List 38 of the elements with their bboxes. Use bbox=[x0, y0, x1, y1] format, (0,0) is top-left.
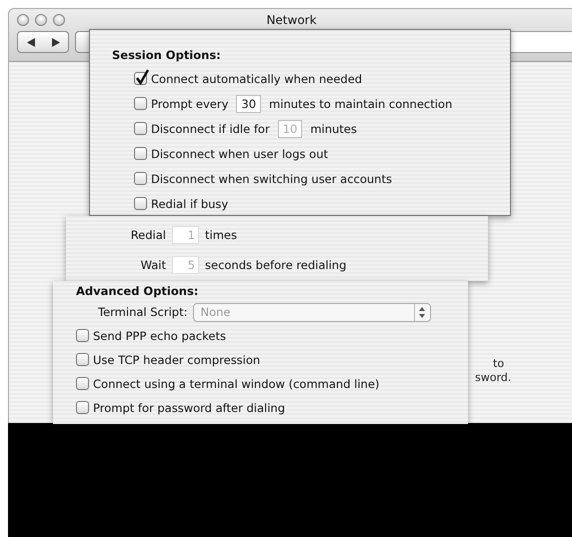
checkbox[interactable] bbox=[134, 72, 147, 85]
option-label: Connect automatically when needed bbox=[151, 72, 362, 86]
option-label: Disconnect when user logs out bbox=[151, 146, 328, 160]
option-label: minutes to maintain connection bbox=[269, 96, 452, 110]
option-label: minutes bbox=[310, 122, 357, 136]
option-label: Use TCP header compression bbox=[93, 352, 260, 366]
checkbox[interactable] bbox=[76, 329, 89, 342]
checkbox[interactable] bbox=[134, 172, 147, 185]
checkbox[interactable] bbox=[76, 377, 89, 390]
option-label: Send PPP echo packets bbox=[93, 328, 226, 342]
option-label: Prompt every bbox=[151, 96, 228, 110]
option-label: Disconnect if idle for bbox=[151, 122, 270, 136]
number-field[interactable]: 30 bbox=[236, 94, 262, 112]
field-label: Terminal Script: bbox=[98, 305, 188, 319]
checkbox[interactable] bbox=[76, 353, 89, 366]
checkbox[interactable] bbox=[76, 401, 89, 414]
option-label: Connect using a terminal window (command line) bbox=[93, 376, 380, 390]
option-label: Prompt for password after dialing bbox=[93, 400, 286, 414]
window-title: Network bbox=[265, 13, 318, 27]
back-forward-button[interactable] bbox=[17, 31, 69, 53]
field-label: Wait bbox=[140, 258, 166, 272]
option-label: Disconnect when switching user accounts bbox=[151, 172, 392, 186]
right-triangle-icon bbox=[52, 38, 60, 46]
checkbox[interactable] bbox=[134, 147, 147, 160]
left-triangle-icon bbox=[26, 38, 34, 46]
field-label: Redial bbox=[130, 228, 166, 242]
minimize-button[interactable] bbox=[35, 14, 47, 26]
background-text: to bbox=[493, 357, 504, 371]
unit-label: seconds before redialing bbox=[205, 258, 346, 272]
close-button[interactable] bbox=[17, 14, 29, 26]
zoom-button[interactable] bbox=[53, 14, 65, 26]
section-heading: Session Options: bbox=[112, 48, 222, 62]
checkbox[interactable] bbox=[134, 97, 147, 110]
section-heading: Advanced Options: bbox=[76, 284, 200, 298]
unit-label: times bbox=[205, 228, 237, 242]
option-label: Redial if busy bbox=[151, 196, 228, 210]
background-text: sword. bbox=[475, 371, 512, 385]
checkbox[interactable] bbox=[134, 197, 147, 210]
